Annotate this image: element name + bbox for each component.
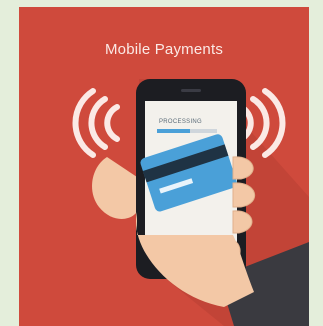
thumb (92, 157, 137, 219)
progress-fill (157, 129, 190, 133)
phone-scene (72, 79, 309, 326)
illustration-frame: Mobile Payments PROCESSING (0, 0, 323, 326)
left-nfc-waves-icon (72, 88, 120, 158)
progress-bar (157, 129, 217, 133)
mobile-payments-illustration: Mobile Payments PROCESSING (19, 7, 309, 326)
processing-label: PROCESSING (159, 119, 203, 125)
